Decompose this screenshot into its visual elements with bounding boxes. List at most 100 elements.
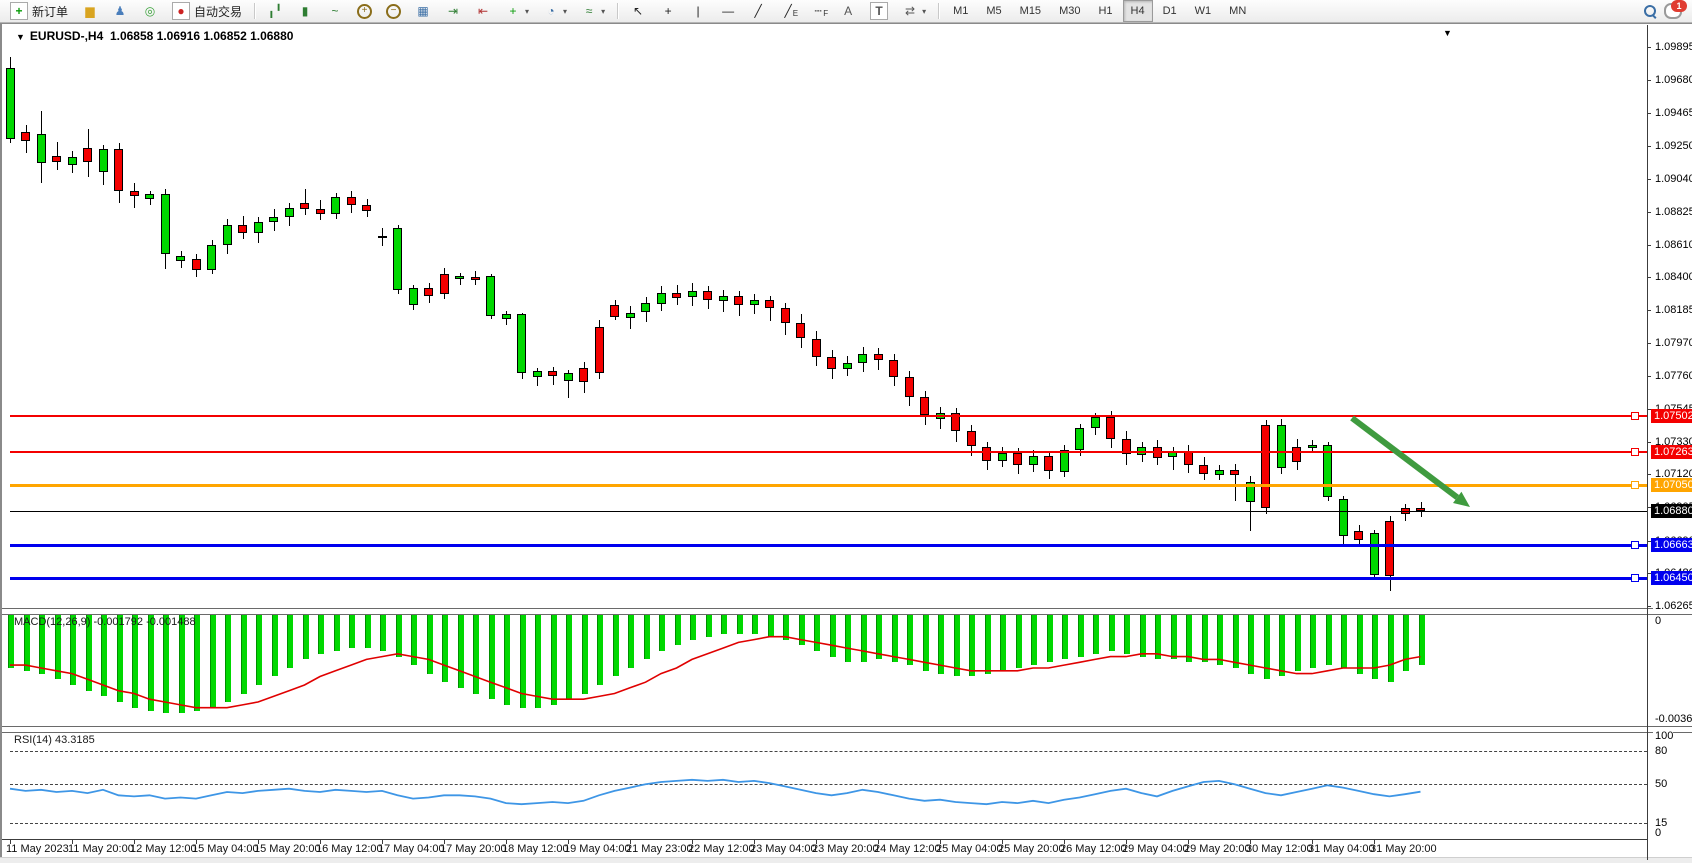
support-line-blue-1-price-label: 1.06663: [1651, 538, 1692, 552]
time-tick-label: 29 May 20:00: [1184, 843, 1251, 855]
price-tick: [1647, 245, 1651, 246]
period-icon-dropdown[interactable]: ▾: [563, 7, 567, 16]
new-order-button: +: [10, 2, 28, 20]
arrows-icon-dropdown[interactable]: ▾: [922, 7, 926, 16]
gold-icon-button[interactable]: ▆: [76, 0, 104, 23]
trendline-icon-button[interactable]: ╱: [744, 0, 772, 23]
chart-shift-icon: ⇤: [475, 3, 491, 19]
timeframe-h4[interactable]: H4: [1123, 0, 1153, 22]
signals-icon-button[interactable]: ◎: [136, 0, 164, 23]
price-tick-label: 1.08400: [1653, 271, 1692, 283]
timeframe-m1[interactable]: M1: [945, 0, 976, 22]
new-chart-icon-button[interactable]: +▾: [499, 0, 535, 23]
chart-shift-icon-button[interactable]: ⇤: [469, 0, 497, 23]
pane-separator-1[interactable]: [2, 608, 1692, 615]
indicators-icon-button[interactable]: ≈▾: [575, 0, 611, 23]
candlestick-chart-icon-button[interactable]: ▮: [291, 0, 319, 23]
time-tick-label: 26 May 12:00: [1060, 843, 1127, 855]
text-icon-button[interactable]: A: [834, 0, 862, 23]
time-tick-label: 23 May 04:00: [750, 843, 817, 855]
toolbar-separator: [617, 3, 618, 19]
text-label-icon-button[interactable]: T: [864, 0, 894, 23]
period-icon-button[interactable]: ◔▾: [537, 0, 573, 23]
horizontal-line-icon: —: [720, 3, 736, 19]
autotrading-button-button[interactable]: ●自动交易: [166, 0, 248, 23]
line-chart-icon: ~: [327, 3, 343, 19]
resistance-line-2-price-label: 1.07263: [1651, 445, 1692, 459]
fibonacci-icon-button[interactable]: ┄F: [804, 0, 832, 23]
new-order-button-button[interactable]: +新订单: [4, 0, 74, 23]
time-tick-label: 11 May 2023: [6, 843, 69, 855]
price-tick: [1647, 179, 1651, 180]
rsi-line: [2, 24, 1692, 860]
mt4-application: +新订单▆♟◎●自动交易╻╹▮~+−▦⇥⇤+▾◔▾≈▾↖+|—╱╱E┄FAT⇄▾…: [0, 0, 1692, 863]
timeframe-m15[interactable]: M15: [1012, 0, 1049, 22]
rsi-axis-label-100: 100: [1653, 730, 1673, 742]
expert-advisor-icon-button[interactable]: ♟: [106, 0, 134, 23]
indicators-icon-dropdown[interactable]: ▾: [601, 7, 605, 16]
search-icon[interactable]: [1644, 5, 1656, 17]
new-chart-icon-dropdown[interactable]: ▾: [525, 7, 529, 16]
timeframe-m30[interactable]: M30: [1051, 0, 1088, 22]
line-chart-icon-button[interactable]: ~: [321, 0, 349, 23]
price-tick: [1647, 310, 1651, 311]
price-tick-label: 1.08185: [1653, 304, 1692, 316]
timeframe-m5[interactable]: M5: [978, 0, 1009, 22]
timeframe-d1[interactable]: D1: [1155, 0, 1185, 22]
price-tick: [1647, 474, 1651, 475]
price-tick: [1647, 277, 1651, 278]
timeframe-mn[interactable]: MN: [1221, 0, 1254, 22]
channel-icon-button[interactable]: ╱E: [774, 0, 802, 23]
bar-chart-icon: ╻╹: [267, 3, 283, 19]
tile-windows-icon: ▦: [415, 3, 431, 19]
support-line-blue-2-price-label: 1.06450: [1651, 571, 1692, 585]
chat-icon[interactable]: 1: [1664, 3, 1682, 19]
price-tick-label: 1.09465: [1653, 107, 1692, 119]
chart-title: ▼EURUSD-,H4 1.06858 1.06916 1.06852 1.06…: [16, 29, 293, 43]
period-icon: ◔: [543, 3, 559, 19]
support-line-orange-price-label: 1.07050: [1651, 478, 1692, 492]
price-tick: [1647, 80, 1651, 81]
arrows-icon-button[interactable]: ⇄▾: [896, 0, 932, 23]
chart-symbol-period: EURUSD-,H4: [30, 29, 103, 43]
pane-separator-2[interactable]: [2, 726, 1692, 733]
zoom-out-icon-button[interactable]: −: [380, 0, 407, 23]
price-tick-label: 1.06265: [1653, 600, 1692, 612]
price-tick-label: 1.09895: [1653, 41, 1692, 53]
timeframe-w1[interactable]: W1: [1187, 0, 1220, 22]
new-chart-icon: +: [505, 3, 521, 19]
trendline-icon: ╱: [750, 3, 766, 19]
zoom-in-icon: +: [357, 4, 372, 19]
time-tick-label: 30 May 12:00: [1246, 843, 1313, 855]
fibonacci-icon-sub: F: [823, 6, 828, 22]
price-tick-label: 1.09680: [1653, 74, 1692, 86]
time-tick-label: 19 May 04:00: [564, 843, 631, 855]
price-tick: [1647, 376, 1651, 377]
text-label-icon: T: [870, 2, 888, 20]
rsi-label: RSI(14) 43.3185: [14, 734, 95, 746]
cursor-icon-button[interactable]: ↖: [624, 0, 652, 23]
chart-window[interactable]: ▼EURUSD-,H4 1.06858 1.06916 1.06852 1.06…: [0, 23, 1692, 859]
zoom-in-icon-button[interactable]: +: [351, 0, 378, 23]
time-tick-label: 17 May 20:00: [440, 843, 507, 855]
auto-scroll-icon-button[interactable]: ⇥: [439, 0, 467, 23]
bar-chart-icon-button[interactable]: ╻╹: [261, 0, 289, 23]
tile-windows-icon-button[interactable]: ▦: [409, 0, 437, 23]
price-tick-label: 1.09040: [1653, 173, 1692, 185]
vertical-line-icon: |: [690, 3, 706, 19]
timeframe-h1[interactable]: H1: [1090, 0, 1120, 22]
price-tick: [1647, 606, 1651, 607]
time-tick-label: 12 May 12:00: [130, 843, 197, 855]
time-tick-label: 22 May 12:00: [688, 843, 755, 855]
crosshair-icon-button[interactable]: +: [654, 0, 682, 23]
time-tick-label: 15 May 20:00: [254, 843, 321, 855]
price-tick: [1647, 113, 1651, 114]
vertical-line-icon-button[interactable]: |: [684, 0, 712, 23]
channel-icon-sub: E: [793, 6, 798, 22]
collapse-arrow-icon[interactable]: ▼: [16, 32, 25, 42]
horizontal-line-icon-button[interactable]: —: [714, 0, 742, 23]
resistance-line-1-price-label: 1.07502: [1651, 409, 1692, 423]
indicators-icon: ≈: [581, 3, 597, 19]
expert-advisor-icon: ♟: [112, 3, 128, 19]
price-tick: [1647, 442, 1651, 443]
